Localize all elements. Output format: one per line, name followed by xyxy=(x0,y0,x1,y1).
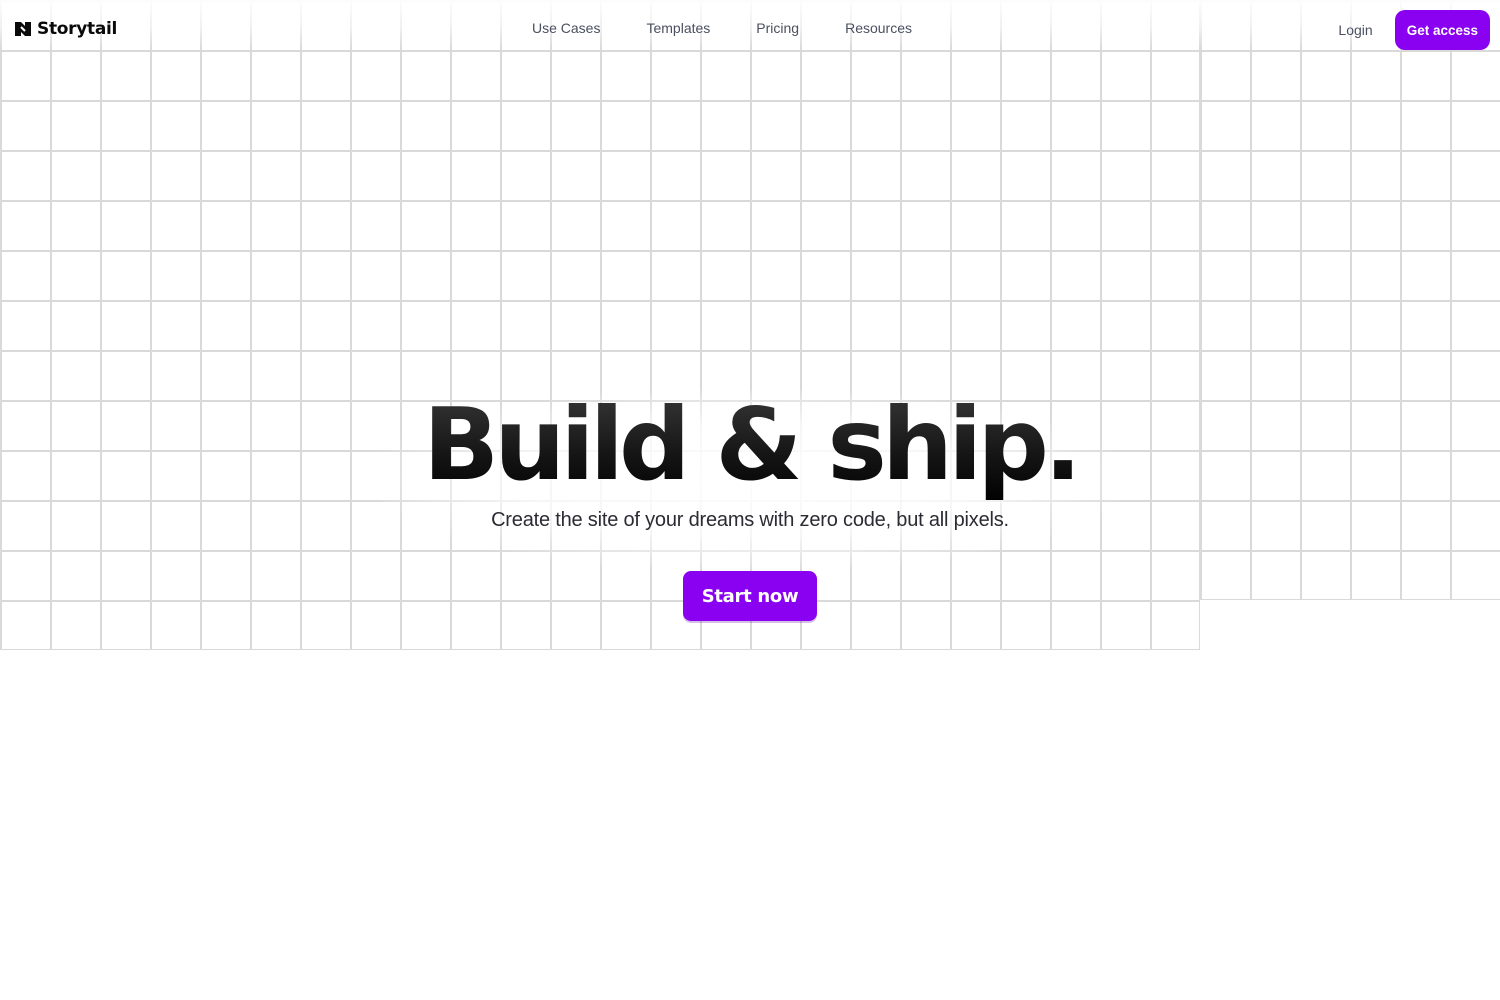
start-now-button[interactable]: Start now xyxy=(683,571,817,621)
nav-link-use-cases[interactable]: Use Cases xyxy=(532,20,600,36)
nav-actions: Login Get access xyxy=(1338,10,1490,50)
landing-page: Storytail Use Cases Templates Pricing Re… xyxy=(0,0,1500,1000)
hero-title: Build & ship. xyxy=(0,385,1500,505)
nav-links: Use Cases Templates Pricing Resources xyxy=(532,20,958,36)
nav-link-pricing[interactable]: Pricing xyxy=(756,20,799,36)
brand-name: Storytail xyxy=(37,19,118,39)
storytail-logo-icon xyxy=(15,22,31,36)
get-access-button[interactable]: Get access xyxy=(1394,10,1490,50)
login-link[interactable]: Login xyxy=(1338,22,1372,38)
top-navbar: Storytail Use Cases Templates Pricing Re… xyxy=(0,0,1500,58)
brand-logo[interactable]: Storytail xyxy=(15,19,117,39)
hero-subtitle: Create the site of your dreams with zero… xyxy=(491,509,1009,531)
nav-link-templates[interactable]: Templates xyxy=(646,20,710,36)
nav-link-resources[interactable]: Resources xyxy=(845,20,912,36)
